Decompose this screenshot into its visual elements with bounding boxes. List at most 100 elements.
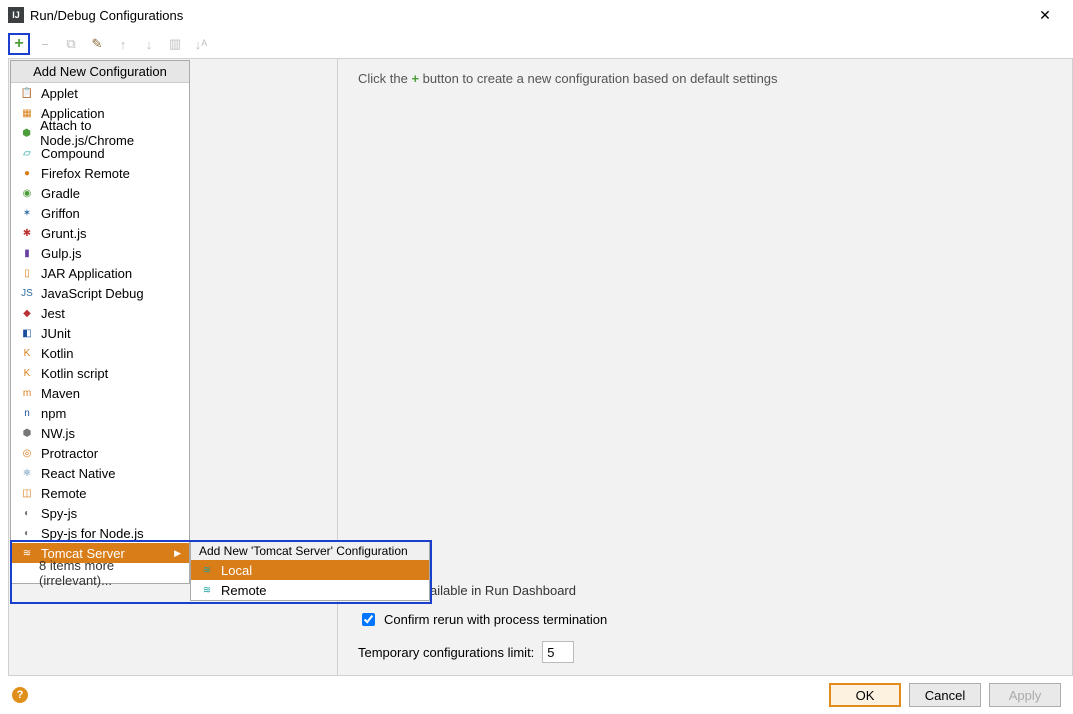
config-type-attach-to-node-js-chrome[interactable]: ⬢Attach to Node.js/Chrome: [11, 123, 189, 143]
plus-icon: +: [411, 71, 419, 86]
sort-button[interactable]: ↓ᴬ: [190, 33, 212, 55]
temp-limit-label: Temporary configurations limit:: [358, 645, 534, 660]
config-type-nw-js[interactable]: ⬢NW.js: [11, 423, 189, 443]
config-type-label: Attach to Node.js/Chrome: [40, 118, 181, 148]
config-type-label: React Native: [41, 466, 115, 481]
config-type-label: Spy-js: [41, 506, 77, 521]
config-type-label: Protractor: [41, 446, 98, 461]
config-type-label: Firefox Remote: [41, 166, 130, 181]
config-type-label: 8 items more (irrelevant)...: [39, 558, 181, 588]
config-type-label: Kotlin script: [41, 366, 108, 381]
config-type-spy-js[interactable]: ◐ Spy-js: [11, 503, 189, 523]
config-type-label: Grunt.js: [41, 226, 87, 241]
move-up-button[interactable]: ↑: [112, 33, 134, 55]
config-type-icon: ✶: [19, 205, 35, 221]
submenu-item-label: Local: [221, 563, 252, 578]
config-type-label: Jest: [41, 306, 65, 321]
settings-button[interactable]: ✎: [86, 33, 108, 55]
config-type-icon: ⬢: [19, 125, 34, 141]
config-type-javascript-debug[interactable]: JSJavaScript Debug: [11, 283, 189, 303]
hint-suffix: button to create a new configuration bas…: [419, 71, 777, 86]
move-down-button[interactable]: ↓: [138, 33, 160, 55]
config-type-npm[interactable]: nnpm: [11, 403, 189, 423]
config-type-icon: ◧: [19, 325, 35, 341]
temp-limit-input[interactable]: [542, 641, 574, 663]
config-type-icon: ⚛: [19, 465, 35, 481]
confirm-rerun-label: Confirm rerun with process termination: [384, 612, 607, 627]
config-type-label: Gulp.js: [41, 246, 81, 261]
ok-button[interactable]: OK: [829, 683, 901, 707]
add-button[interactable]: +: [8, 33, 30, 55]
config-type-icon: ◐: [19, 505, 35, 521]
dashboard-hint-fragment: ailable in Run Dashboard: [430, 583, 576, 598]
config-type-protractor[interactable]: ◎Protractor: [11, 443, 189, 463]
config-type-label: npm: [41, 406, 66, 421]
config-type-icon: ≋: [19, 545, 35, 561]
config-type-grunt-js[interactable]: ✱ Grunt.js: [11, 223, 189, 243]
help-icon[interactable]: ?: [12, 687, 28, 703]
config-type-react-native[interactable]: ⚛ React Native: [11, 463, 189, 483]
submenu-item-label: Remote: [221, 583, 267, 598]
config-type-label: Maven: [41, 386, 80, 401]
config-type-applet[interactable]: 📋Applet: [11, 83, 189, 103]
tomcat-remote[interactable]: ≋ Remote: [191, 580, 429, 600]
cancel-button[interactable]: Cancel: [909, 683, 981, 707]
config-type-icon: ▮: [19, 245, 35, 261]
config-type-griffon[interactable]: ✶ Griffon: [11, 203, 189, 223]
config-type-icon: ◐: [19, 525, 35, 541]
config-type-label: Griffon: [41, 206, 80, 221]
config-type-gradle[interactable]: ◉ Gradle: [11, 183, 189, 203]
footer: ? OK Cancel Apply: [0, 676, 1073, 714]
tomcat-icon: ≋: [199, 582, 215, 598]
tomcat-submenu: Add New 'Tomcat Server' Configuration ≋ L…: [190, 541, 430, 601]
config-type-kotlin-script[interactable]: K Kotlin script: [11, 363, 189, 383]
config-type-maven[interactable]: m Maven: [11, 383, 189, 403]
config-type-label: Compound: [41, 146, 105, 161]
config-type-icon: ◉: [19, 185, 35, 201]
config-type-icon: K: [19, 345, 35, 361]
tomcat-icon: ≋: [199, 562, 215, 578]
config-type-icon: ▦: [19, 105, 35, 121]
submenu-header: Add New 'Tomcat Server' Configuration: [191, 542, 429, 560]
config-type-jar-application[interactable]: ▯ JAR Application: [11, 263, 189, 283]
config-type-icon: m: [19, 385, 35, 401]
add-configuration-popup: Add New Configuration 📋Applet▦Applicatio…: [10, 60, 190, 584]
hint-prefix: Click the: [358, 71, 411, 86]
window-title: Run/Debug Configurations: [30, 8, 1025, 23]
apply-button: Apply: [989, 683, 1061, 707]
chevron-right-icon: ▶: [174, 548, 181, 559]
config-type-icon: ◆: [19, 305, 35, 321]
config-type-label: Spy-js for Node.js: [41, 526, 144, 541]
toolbar: + − ⧉ ✎ ↑ ↓ ▥ ↓ᴬ: [0, 30, 1073, 58]
config-type-8-items-more-irrelevant[interactable]: 8 items more (irrelevant)...: [11, 563, 189, 583]
confirm-rerun-row: Confirm rerun with process termination: [358, 610, 1060, 629]
config-type-label: Gradle: [41, 186, 80, 201]
config-type-label: Remote: [41, 486, 87, 501]
remove-button[interactable]: −: [34, 33, 56, 55]
config-type-jest[interactable]: ◆ Jest: [11, 303, 189, 323]
config-type-icon: K: [19, 365, 35, 381]
temp-limit-row: Temporary configurations limit:: [358, 641, 1060, 663]
config-type-label: JAR Application: [41, 266, 132, 281]
config-type-icon: ▯: [19, 265, 35, 281]
config-type-label: NW.js: [41, 426, 75, 441]
config-type-label: Kotlin: [41, 346, 74, 361]
copy-button[interactable]: ⧉: [60, 33, 82, 55]
titlebar: IJ Run/Debug Configurations ✕: [0, 0, 1073, 30]
config-type-firefox-remote[interactable]: ●Firefox Remote: [11, 163, 189, 183]
config-type-kotlin[interactable]: K Kotlin: [11, 343, 189, 363]
config-type-remote[interactable]: ◫Remote: [11, 483, 189, 503]
app-icon: IJ: [8, 7, 24, 23]
config-type-label: JUnit: [41, 326, 71, 341]
config-type-junit[interactable]: ◧ JUnit: [11, 323, 189, 343]
config-type-icon: ▱: [19, 145, 35, 161]
confirm-rerun-checkbox[interactable]: [362, 613, 375, 626]
config-type-icon: n: [19, 405, 35, 421]
tomcat-local[interactable]: ≋ Local: [191, 560, 429, 580]
close-icon[interactable]: ✕: [1025, 0, 1065, 30]
config-type-spy-js-for-node-js[interactable]: ◐ Spy-js for Node.js: [11, 523, 189, 543]
config-type-gulp-js[interactable]: ▮ Gulp.js: [11, 243, 189, 263]
config-type-icon: ✱: [19, 225, 35, 241]
config-type-label: JavaScript Debug: [41, 286, 144, 301]
folder-button[interactable]: ▥: [164, 33, 186, 55]
